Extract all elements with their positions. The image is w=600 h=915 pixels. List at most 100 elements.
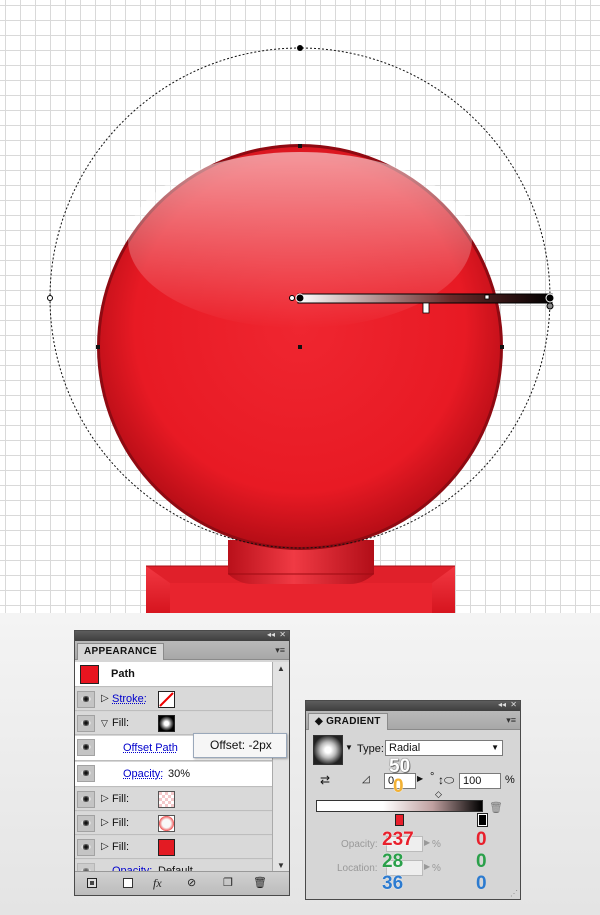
midpoint-diamond-icon[interactable]: ◇ [435,789,442,800]
anchor-point-top[interactable] [298,144,302,148]
panel-menu-button[interactable]: ▾≡ [275,645,285,655]
type-select[interactable]: Radial ▼ [385,740,503,756]
gradient-panel: ◂◂ ✕ ◆ GRADIENT ▾≡ ▼ Type: Radial ▼ ⇄ ◿ … [305,700,521,900]
appearance-row-stroke[interactable]: ▷ Stroke: [75,688,272,711]
swatch-dropdown-arrow-icon[interactable]: ▼ [345,743,353,752]
expand-triangle-icon[interactable]: ▷ [101,841,109,853]
chevron-down-icon: ▼ [491,743,499,752]
offset-path-link[interactable]: Offset Path [123,742,178,755]
reverse-gradient-icon[interactable]: ⇄ [320,773,330,787]
opacity-link[interactable]: Opacity: [123,768,163,781]
expand-triangle-icon[interactable]: ▷ [101,693,109,705]
ring-handle-left[interactable] [47,295,53,301]
visibility-eye-icon[interactable] [77,691,95,708]
fill-radial-swatch[interactable] [158,815,175,832]
appearance-row-fill-3[interactable]: ▷ Fill: [75,812,272,835]
panel-tab-row: APPEARANCE ▾≡ [75,641,289,660]
opacity-value: 30% [168,768,191,780]
color-stop-right[interactable] [477,813,488,827]
aspect-ratio-icon: ↕⬭ [438,773,455,787]
overlay-number-bottom: 0 [393,776,404,797]
panel-tab-row: ◆ GRADIENT ▾≡ [306,711,520,730]
fill-red-swatch[interactable] [158,839,175,856]
expand-triangle-icon[interactable]: ▷ [101,817,109,829]
visibility-eye-icon[interactable] [77,815,95,832]
clear-appearance-icon[interactable]: ⊘ [187,877,196,889]
gradient-preview-swatch[interactable] [313,735,343,765]
color-stop-left[interactable] [395,814,404,826]
offset-tooltip: Offset: -2px [193,733,287,758]
aspect-ratio-input[interactable]: 100 [459,773,501,789]
appearance-panel: ◂◂ ✕ APPEARANCE ▾≡ Path ▷ Stroke: ▽ Fill… [74,630,290,896]
angle-unit: ° [430,771,435,783]
ring-handle-top[interactable] [297,45,303,51]
panel-title-bar[interactable]: ◂◂ ✕ [75,630,289,641]
location-dropdown-icon[interactable]: ▶ [424,862,430,871]
tab-appearance[interactable]: APPEARANCE [77,643,165,660]
appearance-row-fill-2[interactable]: ▷ Fill: [75,788,272,811]
type-value: Radial [389,742,421,754]
appearance-row-opacity-inner[interactable]: Opacity: 30% [75,762,272,787]
close-panel-button[interactable]: ✕ [279,630,286,640]
stroke-link[interactable]: Stroke: [112,693,147,706]
collapse-triangle-icon[interactable]: ▽ [101,717,108,729]
appearance-row-fill-expanded[interactable]: ▽ Fill: [75,712,272,735]
visibility-eye-icon[interactable] [77,791,95,808]
visibility-eye-icon[interactable] [77,765,95,782]
add-effect-fx-icon[interactable]: fx [153,877,162,889]
aspect-unit: % [505,774,515,786]
left-stop-red-value: 237 [382,829,414,850]
fill-label: Fill: [112,817,130,829]
panel-menu-button[interactable]: ▾≡ [506,715,516,725]
expand-triangle-icon[interactable]: ▷ [101,793,109,805]
tab-gradient[interactable]: ◆ GRADIENT [308,713,388,730]
fill-label: Fill: [112,841,130,853]
type-label: Type: [357,743,384,755]
opacity-unit: % [432,839,441,850]
scroll-up-arrow-icon[interactable]: ▲ [277,664,285,673]
right-stop-blue-value: 0 [476,873,487,894]
anchor-point-right[interactable] [500,345,504,349]
opacity-dropdown-icon[interactable]: ▶ [424,838,430,847]
collapse-panel-button[interactable]: ◂◂ [267,630,275,640]
none-slash-icon [159,692,174,707]
left-stop-green-value: 28 [382,851,404,872]
panel-scrollbar[interactable]: ▲ ▼ [272,662,289,872]
visibility-eye-icon[interactable] [77,839,95,856]
overlay-number-top: 50 [389,756,411,777]
gradient-slider[interactable] [316,800,483,812]
fill-gradient-swatch[interactable] [158,715,175,732]
duplicate-item-icon[interactable]: ❐ [223,877,233,889]
delete-stop-icon[interactable]: 🗑 [489,801,503,814]
add-fill-icon[interactable] [123,878,133,888]
appearance-footer: fx ⊘ ❐ 🗑 [75,871,289,895]
location-unit: % [432,863,441,874]
anchor-point-left[interactable] [96,345,100,349]
angle-icon: ◿ [362,774,370,785]
close-panel-button[interactable]: ✕ [510,700,517,710]
appearance-row-fill-4[interactable]: ▷ Fill: [75,836,272,859]
right-stop-green-value: 0 [476,851,487,872]
angle-dropdown-icon[interactable]: ▶ [417,774,423,783]
resize-grip-icon[interactable]: ⋰ [510,889,518,898]
tab-gradient-label: GRADIENT [326,716,381,727]
opacity-label: Opacity: [341,839,378,850]
right-stop-red-value: 0 [476,829,487,850]
fill-transparent-swatch[interactable] [158,791,175,808]
artboard-canvas[interactable] [0,0,600,613]
scroll-down-arrow-icon[interactable]: ▼ [277,861,285,870]
stroke-none-swatch[interactable] [158,691,175,708]
aspect-value: 100 [463,775,482,787]
path-thumbnail [80,665,99,684]
visibility-eye-icon[interactable] [77,739,95,756]
path-label: Path [111,668,135,680]
add-stroke-icon[interactable] [87,878,97,888]
collapse-panel-button[interactable]: ◂◂ [498,700,506,710]
visibility-eye-icon[interactable] [77,715,95,732]
trash-icon[interactable]: 🗑 [253,877,267,889]
panel-title-bar[interactable]: ◂◂ ✕ [306,700,520,711]
artwork-svg [47,45,555,613]
appearance-header-path[interactable]: Path [75,662,272,687]
anchor-point-center[interactable] [298,345,302,349]
fill-label: Fill: [112,717,130,729]
